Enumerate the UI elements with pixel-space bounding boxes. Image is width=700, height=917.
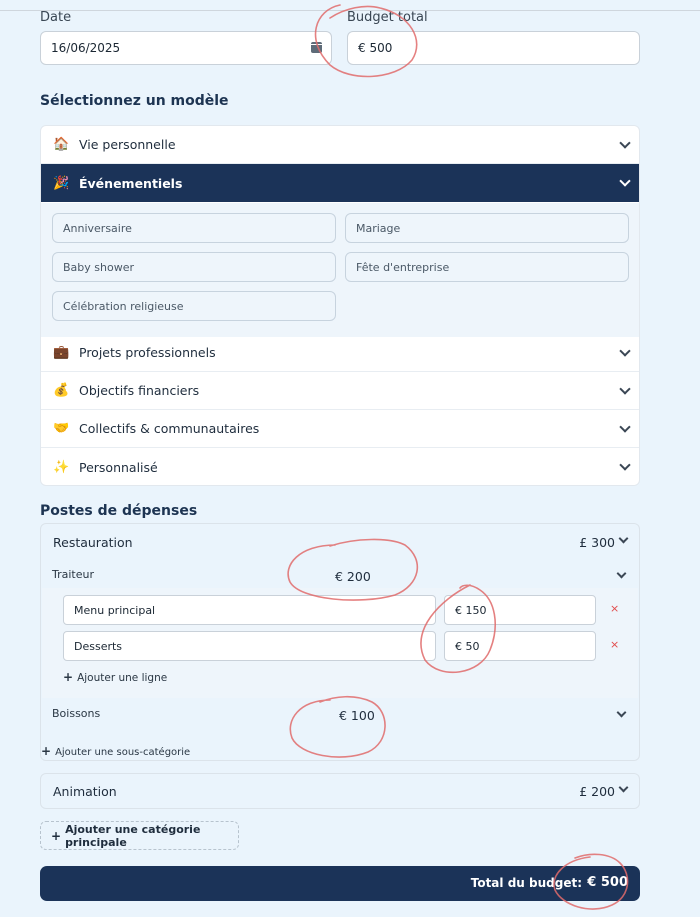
- subcategory-boissons-label[interactable]: Boissons: [52, 707, 100, 720]
- add-line-button[interactable]: + Ajouter une ligne: [63, 670, 167, 684]
- budget-total-input[interactable]: € 500: [347, 31, 640, 65]
- subcategory-traiteur-amount: € 200: [335, 569, 371, 584]
- add-main-category-button[interactable]: + Ajouter une catégorie principale: [40, 821, 239, 850]
- model-label: Vie personnelle: [79, 137, 176, 152]
- model-label: Projets professionnels: [79, 345, 216, 360]
- chevron-down-icon[interactable]: [616, 707, 627, 718]
- plus-icon: +: [51, 828, 62, 843]
- total-bar: Total du budget: € 500: [40, 866, 640, 901]
- template-mariage[interactable]: Mariage: [345, 213, 629, 243]
- add-main-category-label: Ajouter une catégorie principale: [65, 822, 201, 849]
- model-label: Personnalisé: [79, 459, 158, 475]
- event-templates: Anniversaire Mariage Baby shower Fête d'…: [41, 203, 639, 337]
- chevron-down-icon: [619, 459, 631, 471]
- sparkles-icon: ✨: [53, 459, 70, 475]
- budget-total-label: Budget total: [347, 10, 428, 25]
- model-collectifs[interactable]: 🤝 Collectifs & communautaires: [41, 410, 639, 448]
- chevron-down-icon[interactable]: [618, 782, 629, 793]
- line-label-input[interactable]: Desserts: [63, 631, 436, 661]
- model-projets-professionnels[interactable]: 💼 Projets professionnels: [41, 334, 639, 372]
- chevron-down-icon: [619, 345, 631, 357]
- add-subcategory-button[interactable]: + Ajouter une sous-catégorie: [41, 744, 190, 758]
- chevron-down-icon[interactable]: [618, 533, 629, 544]
- total-label: Total du budget:: [470, 876, 582, 890]
- line-label-input[interactable]: Menu principal: [63, 595, 436, 625]
- party-popper-icon: 🎉: [53, 175, 70, 191]
- template-baby-shower[interactable]: Baby shower: [52, 252, 336, 282]
- chevron-down-icon: [619, 383, 631, 395]
- category-animation[interactable]: Animation £ 200: [40, 773, 640, 809]
- line-value-input[interactable]: € 150: [444, 595, 596, 625]
- plus-icon: +: [41, 744, 52, 758]
- model-label: Événementiels: [79, 175, 183, 191]
- chevron-down-icon: [619, 175, 631, 187]
- calendar-icon[interactable]: [311, 42, 322, 53]
- model-personnalise[interactable]: ✨ Personnalisé: [41, 448, 639, 485]
- budget-total-value: € 500: [358, 41, 393, 55]
- model-evenementiels[interactable]: 🎉 Événementiels: [41, 164, 639, 202]
- model-label: Collectifs & communautaires: [79, 421, 260, 436]
- date-value: 16/06/2025: [51, 41, 121, 55]
- template-anniversaire[interactable]: Anniversaire: [52, 213, 336, 243]
- line-value-input[interactable]: € 50: [444, 631, 596, 661]
- model-label: Objectifs financiers: [79, 383, 200, 398]
- models-accordion: 🏠 Vie personnelle 🎉 Événementiels Annive…: [40, 125, 640, 486]
- chevron-down-icon[interactable]: [616, 568, 627, 579]
- chevron-down-icon: [619, 137, 631, 149]
- total-value: € 500: [587, 875, 628, 890]
- category-amount: £ 200: [579, 784, 615, 799]
- model-objectifs-financiers[interactable]: 💰 Objectifs financiers: [41, 372, 639, 410]
- model-vie-personnelle[interactable]: 🏠 Vie personnelle: [41, 126, 639, 164]
- template-fete-entreprise[interactable]: Fête d'entreprise: [345, 252, 629, 282]
- remove-line-icon[interactable]: ×: [610, 602, 619, 615]
- category-label: Animation: [53, 784, 117, 799]
- add-subcategory-label: Ajouter une sous-catégorie: [55, 747, 191, 758]
- subcategory-boissons-amount: € 100: [339, 708, 375, 723]
- briefcase-icon: 💼: [53, 345, 70, 360]
- category-restauration: Restauration £ 300 Traiteur € 200 Menu p…: [40, 523, 640, 761]
- date-label: Date: [40, 10, 72, 25]
- template-celebration-religieuse[interactable]: Célébration religieuse: [52, 291, 336, 321]
- house-icon: 🏠: [53, 137, 70, 152]
- plus-icon: +: [63, 670, 74, 684]
- category-label[interactable]: Restauration: [53, 535, 133, 550]
- heart-hands-icon: 🤝: [53, 421, 70, 436]
- models-title: Sélectionnez un modèle: [40, 93, 229, 109]
- add-line-label: Ajouter une ligne: [77, 672, 168, 684]
- expenses-title: Postes de dépenses: [40, 503, 198, 519]
- remove-line-icon[interactable]: ×: [610, 638, 619, 651]
- chevron-down-icon: [619, 421, 631, 433]
- subcategory-traiteur-label[interactable]: Traiteur: [52, 568, 94, 581]
- category-amount: £ 300: [579, 535, 615, 550]
- money-bag-icon: 💰: [53, 383, 70, 398]
- date-input[interactable]: 16/06/2025: [40, 31, 332, 65]
